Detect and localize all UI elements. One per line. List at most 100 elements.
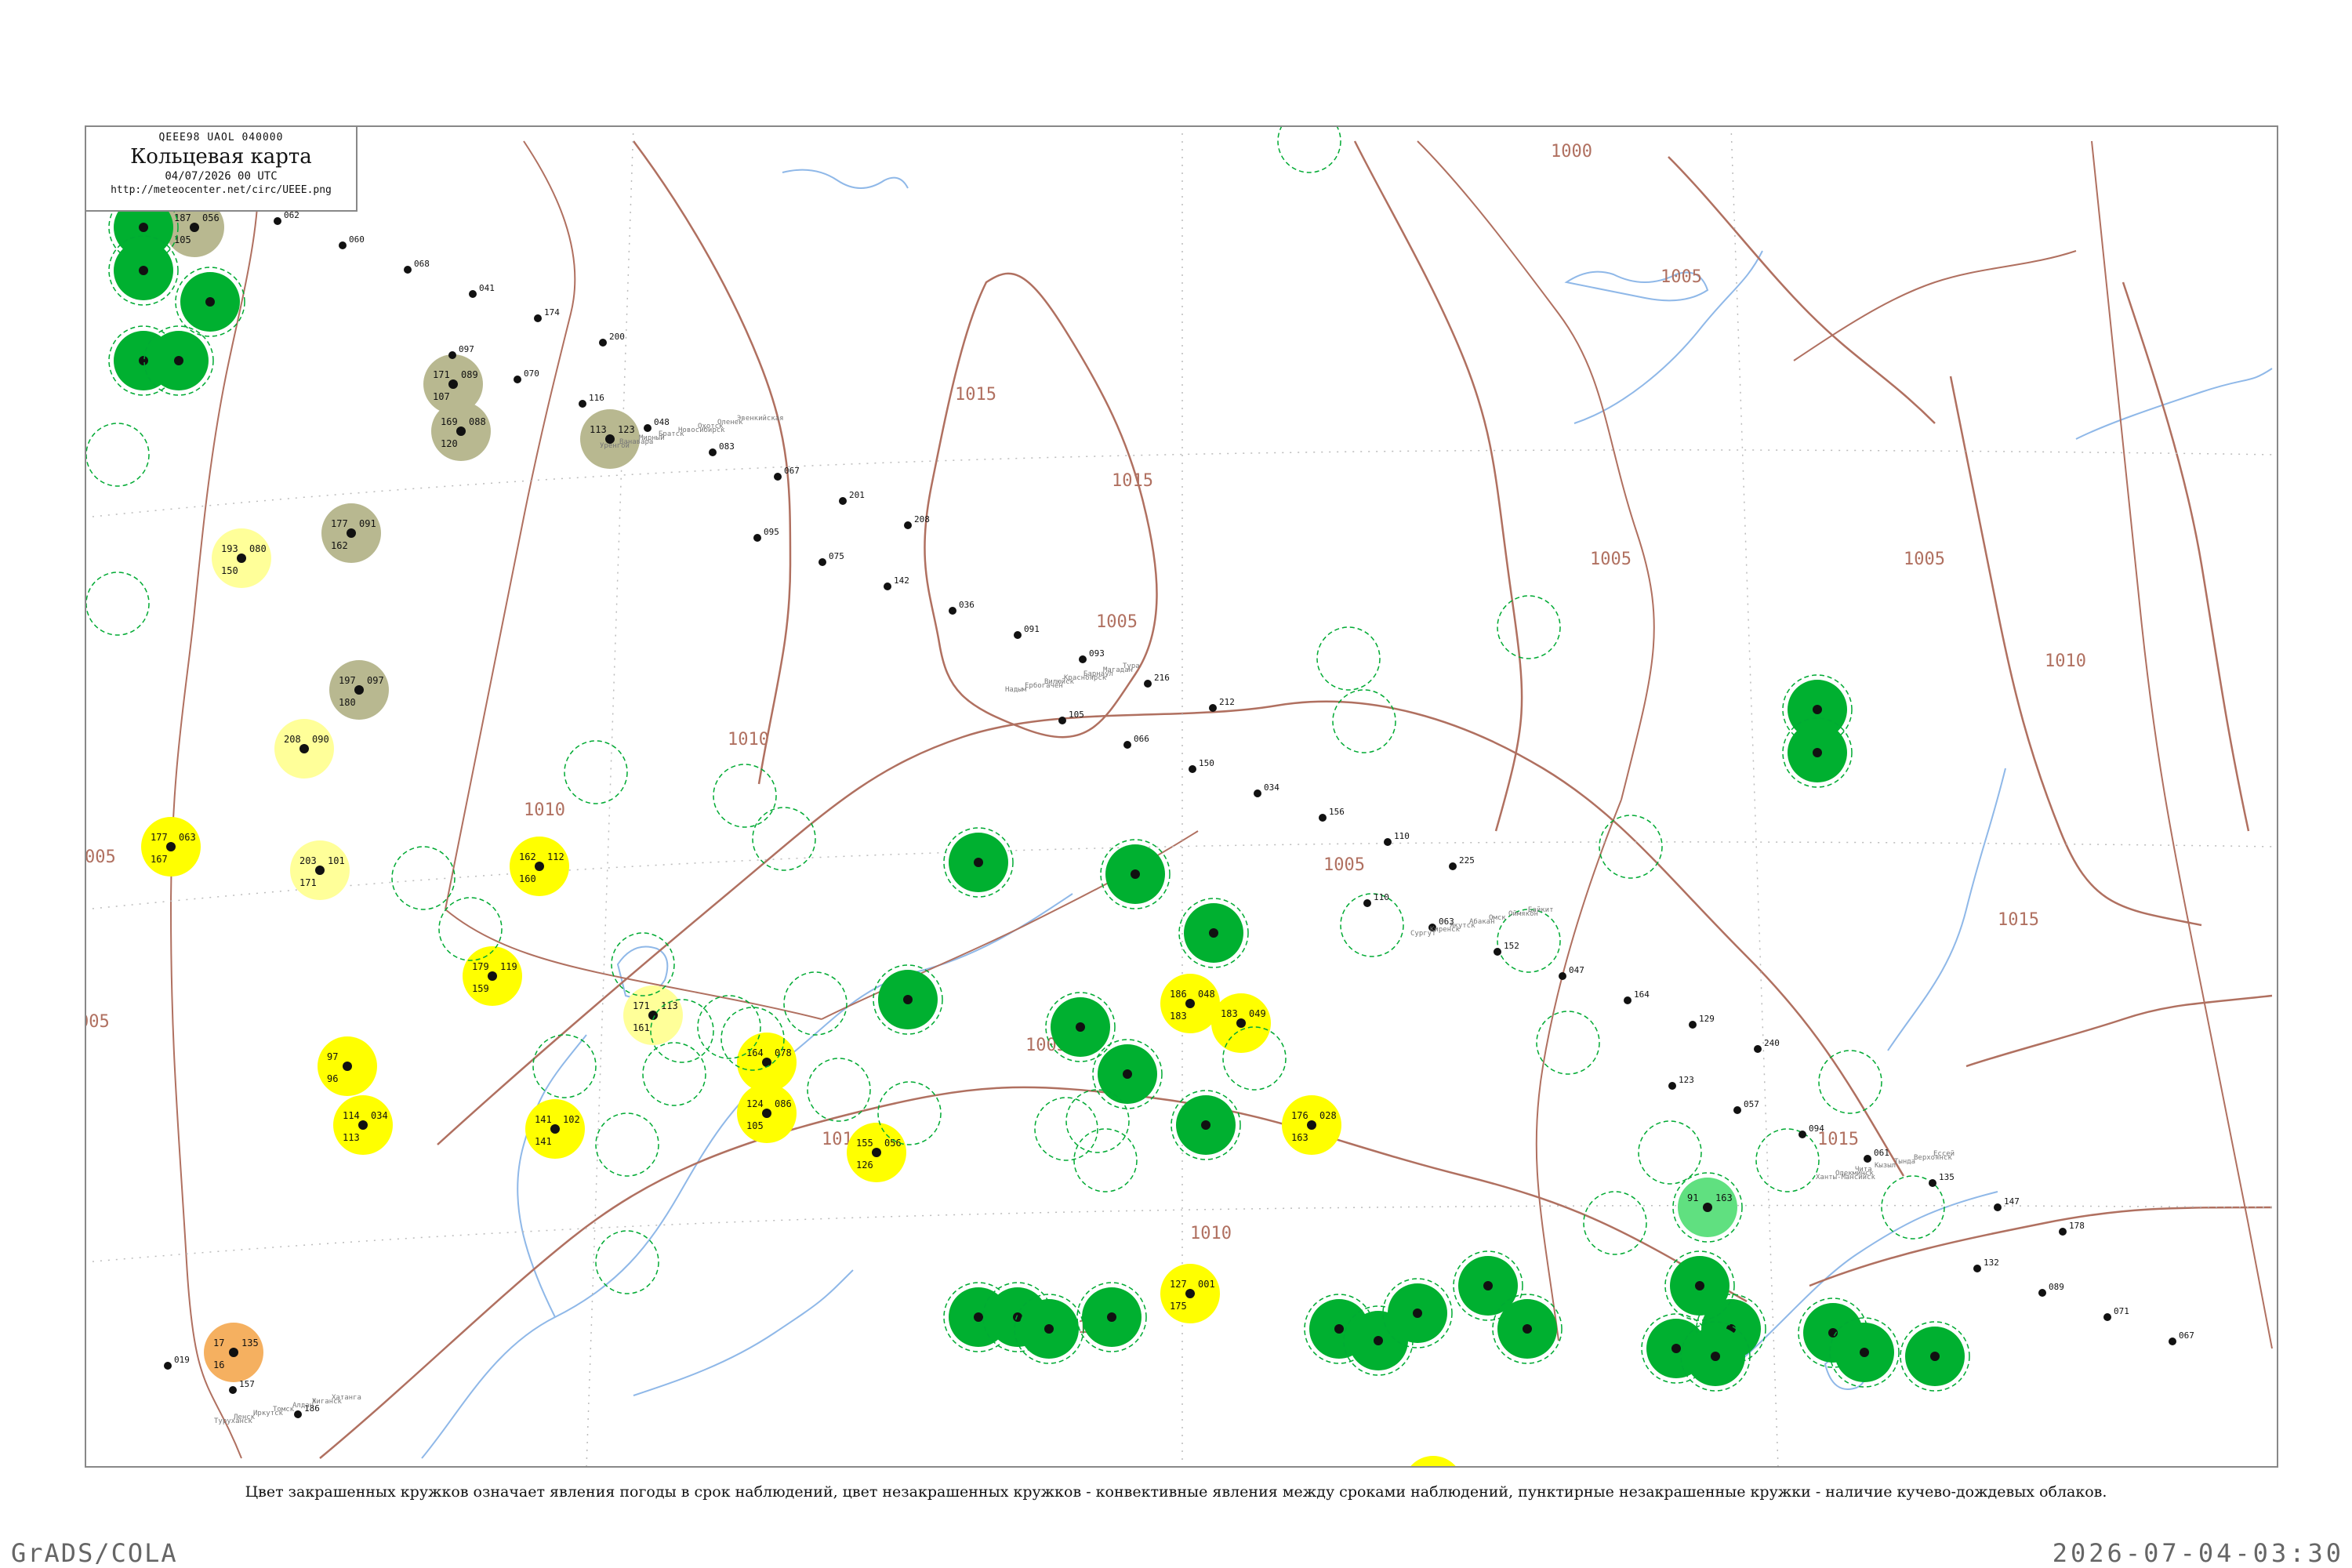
- station-dot: [1384, 838, 1392, 846]
- station-circle[interactable]: [1680, 1321, 1751, 1392]
- station-dew: 163: [1715, 1192, 1733, 1203]
- station-dot: [884, 583, 891, 590]
- station-circle[interactable]: 171 113161: [623, 985, 683, 1045]
- station-temp: 113: [590, 424, 607, 435]
- isobar-label: 1005: [1661, 267, 1702, 287]
- station-circle[interactable]: [1092, 1039, 1163, 1109]
- station-circle[interactable]: [175, 267, 245, 337]
- station-circle[interactable]: 97 96: [318, 1036, 377, 1096]
- cloud-cover-dot: [139, 266, 148, 275]
- station-circle[interactable]: [1664, 1250, 1735, 1321]
- station-dot: [514, 376, 521, 383]
- station-circle[interactable]: [1014, 1294, 1084, 1364]
- station-circle[interactable]: 176 028 163: [1282, 1095, 1341, 1155]
- station-circle[interactable]: [873, 964, 943, 1035]
- station-temp: 208: [284, 734, 301, 745]
- cloud-cover-dot: [762, 1058, 771, 1067]
- station-circle[interactable]: 177 063 167: [141, 817, 201, 877]
- station-temp: 203: [299, 855, 317, 866]
- isobar-label: 1000: [1551, 142, 1592, 162]
- isobar-label: 1010: [2045, 652, 2086, 671]
- station-circle[interactable]: [1900, 1321, 1970, 1392]
- isobar-label: 1015: [955, 385, 996, 405]
- station-circle[interactable]: 208 090: [274, 719, 334, 779]
- place-label: Тура: [1123, 662, 1140, 670]
- station-dot: [1319, 814, 1327, 822]
- cloud-cover-dot: [1076, 1022, 1085, 1032]
- station-circle[interactable]: 91 163: [1672, 1172, 1743, 1243]
- station-dew: 086: [775, 1098, 792, 1109]
- station-dot: [469, 290, 477, 298]
- cloud-cover-dot: [974, 1312, 983, 1322]
- station-dot: [753, 534, 761, 542]
- cloud-cover-dot: [1483, 1281, 1493, 1290]
- source-url[interactable]: http://meteocenter.net/circ/UEEE.png: [86, 184, 356, 196]
- station-value: 091: [1024, 624, 1040, 634]
- station-circle[interactable]: [1100, 839, 1171, 909]
- station-circle[interactable]: 193 080 150: [212, 528, 271, 588]
- station-circle[interactable]: 177 091 162: [321, 503, 381, 563]
- station-value: 129: [1699, 1014, 1715, 1024]
- station-value: 089: [2049, 1282, 2064, 1292]
- station-pressure: 120: [441, 438, 458, 449]
- station-circle[interactable]: 127 001 175: [1160, 1264, 1220, 1323]
- station-dew: 119: [500, 961, 517, 972]
- place-label: Байкит: [1528, 906, 1554, 914]
- cloud-cover-dot: [299, 744, 309, 753]
- station-circle[interactable]: [143, 325, 214, 396]
- station-circle[interactable]: 186 048 183: [1160, 974, 1220, 1033]
- station-value: 067: [784, 466, 800, 476]
- station-value: 225: [1459, 855, 1475, 866]
- station-dew: 028: [1319, 1110, 1337, 1121]
- station-circle[interactable]: [1829, 1317, 1900, 1388]
- cloud-cover-dot: [762, 1109, 771, 1118]
- station-temp: 114: [343, 1110, 360, 1121]
- station-circle[interactable]: [1492, 1294, 1563, 1364]
- station-value: 147: [2004, 1196, 2020, 1207]
- station-dot: [164, 1362, 172, 1370]
- station-value: 034: [1264, 782, 1279, 793]
- station-circle[interactable]: 114 034 113: [333, 1095, 393, 1155]
- place-label: Тында: [1894, 1158, 1915, 1166]
- station-circle[interactable]: [943, 827, 1014, 898]
- station-circle[interactable]: 17 135 16: [204, 1323, 263, 1382]
- station-pressure: 167: [151, 854, 168, 865]
- bulletin-code: QEEE98 UAOL 040000: [158, 132, 284, 143]
- station-value: 152: [1504, 941, 1519, 951]
- place-label: Кызыл: [1875, 1162, 1896, 1170]
- station-value: 157: [239, 1379, 255, 1389]
- station-circle[interactable]: 164 078: [737, 1033, 797, 1092]
- station-dot: [404, 266, 412, 274]
- station-circle[interactable]: 141 102 141: [525, 1099, 585, 1159]
- station-circle[interactable]: [1782, 717, 1853, 788]
- station-circle[interactable]: 197 097 180: [329, 660, 389, 720]
- station-dew: 080: [249, 543, 267, 554]
- station-circle[interactable]: [1045, 992, 1116, 1062]
- station-circle[interactable]: [108, 235, 179, 306]
- station-dot: [1494, 948, 1501, 956]
- station-circle[interactable]: 203 101 171: [290, 840, 350, 900]
- station-circle[interactable]: [1178, 898, 1249, 968]
- station-value: 060: [349, 234, 365, 245]
- station-dew: 048: [1198, 989, 1215, 1000]
- station-circle[interactable]: [1382, 1278, 1453, 1348]
- station-dot: [2038, 1289, 2046, 1297]
- station-dot: [274, 217, 281, 225]
- station-circle[interactable]: 169 088 120: [431, 401, 491, 461]
- map-area[interactable]: 1000 1005 1005 1005 1005 1005 1005 1010 1010 1010…: [85, 125, 2278, 1468]
- station-circle[interactable]: 124 086 105: [737, 1083, 797, 1143]
- station-value: 174: [544, 307, 560, 318]
- station-dot: [229, 1386, 237, 1394]
- station-circle[interactable]: 179 119 159: [463, 946, 522, 1006]
- station-dew: 088: [469, 416, 486, 427]
- station-circle[interactable]: 162 112 160: [510, 837, 569, 896]
- station-circle[interactable]: [1076, 1282, 1147, 1352]
- map-datetime: 04/07/2026 00 UTC: [165, 170, 278, 183]
- station-circle[interactable]: 183 049: [1211, 993, 1271, 1053]
- station-circle[interactable]: 155 056126: [847, 1123, 906, 1182]
- station-dew: 091: [359, 518, 376, 529]
- cloud-cover-dot: [1695, 1281, 1704, 1290]
- station-circle[interactable]: [1171, 1090, 1241, 1160]
- station-value: 036: [959, 600, 975, 610]
- station-temp: 169: [441, 416, 458, 427]
